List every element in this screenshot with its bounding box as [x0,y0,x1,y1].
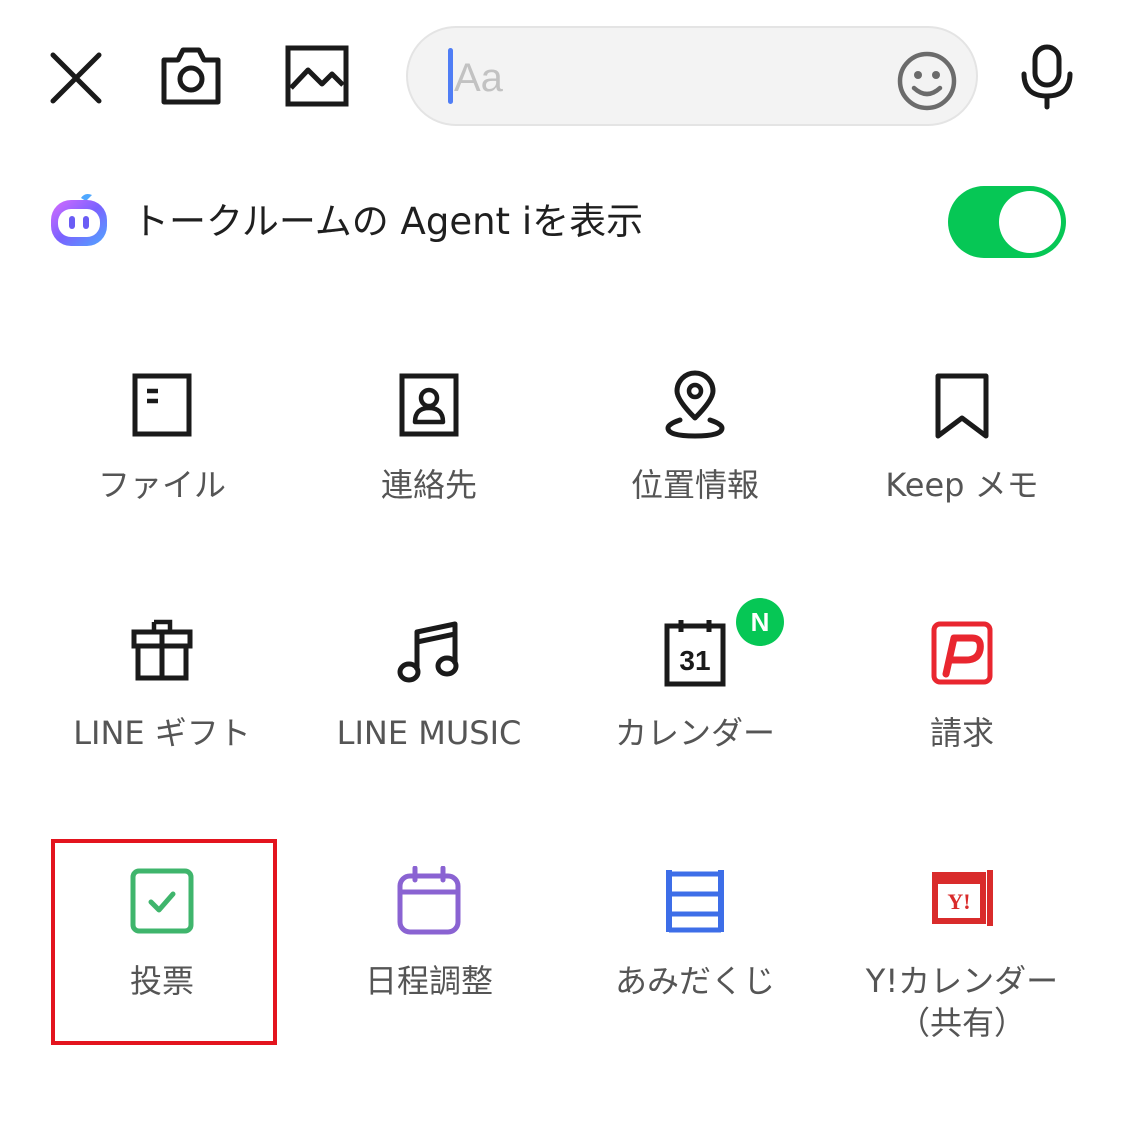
menu-item-label: 位置情報 [630,466,759,504]
menu-item-label: 連絡先 [380,466,477,504]
menu-item-billing[interactable]: 請求 [829,618,1095,838]
toggle-knob [999,191,1061,253]
yahoo-logo-text: Y! [947,889,970,914]
menu-item-contact[interactable]: 連絡先 [296,370,562,590]
yahoo-calendar-icon: Y! [932,870,993,926]
message-input[interactable]: Aa [406,26,978,126]
text-cursor [448,48,453,104]
schedule-calendar-icon [397,866,461,935]
microphone-icon[interactable] [1018,44,1076,110]
menu-item-location[interactable]: 位置情報 [562,370,828,590]
menu-item-label: あみだくじ [614,962,775,1000]
message-input-placeholder: Aa [454,56,503,100]
location-pin-icon [665,370,725,439]
bookmark-icon [935,373,989,439]
menu-item-keep-memo[interactable]: Keep メモ [829,370,1095,590]
menu-item-label: LINE ギフト [73,714,251,752]
menu-item-file[interactable]: ファイル [29,370,295,590]
file-icon [132,373,192,437]
menu-item-label: LINE MUSIC [336,714,522,752]
image-icon[interactable] [284,44,350,108]
highlight-frame [51,839,277,1045]
contact-icon [399,373,459,437]
menu-item-label: カレンダー [614,714,775,752]
agent-setting-label: トークルームの Agent iを表示 [132,200,644,243]
menu-item-line-gift[interactable]: LINE ギフト [29,618,295,838]
emoji-icon[interactable] [896,50,958,112]
menu-item-amidakuji[interactable]: あみだくじ [562,866,828,1086]
ladder-icon [666,870,724,933]
menu-item-line-music[interactable]: LINE MUSIC [296,618,562,838]
calendar-day: 31 [679,645,710,676]
close-icon[interactable] [48,50,104,106]
menu-item-label: ファイル [97,466,226,504]
paypay-icon [931,621,993,685]
menu-item-yahoo-calendar[interactable]: Y! Y!カレンダー （共有） [829,866,1095,1086]
menu-item-sublabel: （共有） [897,1004,1026,1042]
menu-item-label: Keep メモ [885,466,1039,504]
music-note-icon [397,621,459,683]
calendar-icon: 31 [664,620,726,687]
menu-item-label: 日程調整 [364,962,493,1000]
camera-icon[interactable] [158,44,224,108]
gift-icon [131,619,193,681]
agent-toggle[interactable] [948,186,1066,258]
new-badge: N [736,598,784,646]
menu-item-label: 請求 [929,714,994,752]
menu-item-schedule[interactable]: 日程調整 [296,866,562,1086]
menu-item-calendar[interactable]: 31 カレンダー [562,618,828,838]
menu-item-label: Y!カレンダー [865,962,1059,1000]
agent-i-icon [51,194,107,246]
